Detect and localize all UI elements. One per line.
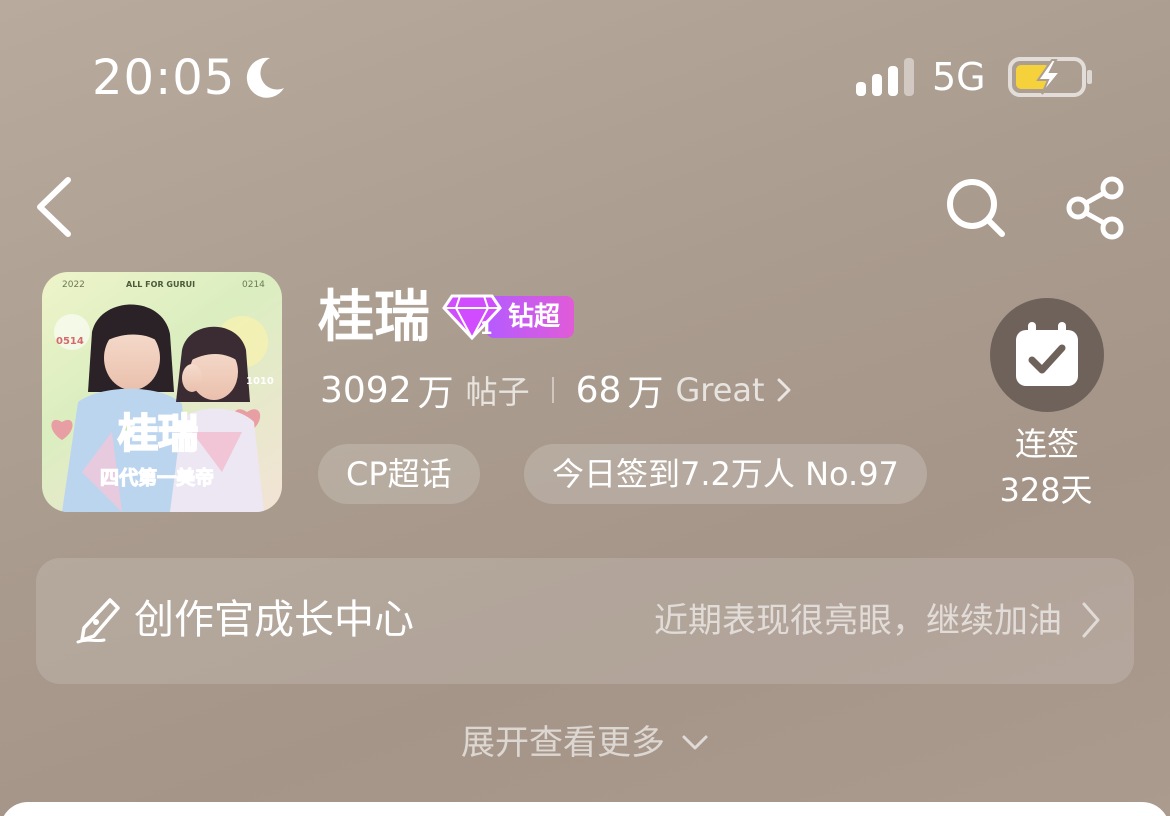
chevron-down-icon [682,735,708,750]
calendar-check-icon [1016,322,1078,386]
checkin-days: 328天 [999,471,1093,509]
badge-label: 钻超 [508,302,561,332]
cover-side-right: 1010 [246,376,274,387]
expand-more-row[interactable]: 展开查看更多 [0,718,1170,768]
creator-center-hint: 近期表现很亮眼，继续加油 [654,601,1062,641]
fans-count: 68 [575,369,622,411]
topic-stats: 3092 万 帖子 68 万 Great [320,366,793,414]
network-type: 5G [932,55,986,99]
topic-title: 桂瑞 [318,285,430,350]
signal-icon [856,58,914,96]
topic-cover-image[interactable]: 2022 ALL FOR GURUI 0214 0514 1010 桂瑞 四代第… [42,272,282,512]
share-icon[interactable] [1064,176,1128,240]
cover-top-right: 0214 [242,280,265,290]
status-time: 20:05 [92,50,236,106]
signin-rank-chip[interactable]: 今日签到7.2万人 No.97 [524,444,927,504]
expand-more-label: 展开查看更多 [461,723,665,763]
cover-top-left: 2022 [62,280,85,290]
cover-main-title: 桂瑞 [117,411,199,457]
battery-charging-icon [1008,57,1092,97]
creator-center-title: 创作官成长中心 [134,597,414,643]
back-icon[interactable] [32,176,76,238]
diamond-icon: 1 [442,294,502,340]
stats-divider [551,377,554,403]
posts-count-unit: 万 [417,373,454,414]
badge-level: 1 [480,318,493,339]
checkin-label: 连签 [1014,425,1079,463]
cover-sub-title: 四代第一美帝 [99,467,215,490]
cover-top-center: ALL FOR GURUI [126,280,196,289]
content-sheet [0,802,1170,816]
moon-icon [246,57,284,98]
fans-count-unit: 万 [627,373,664,414]
chevron-right-icon[interactable] [775,376,793,404]
chevron-right-icon[interactable] [1080,600,1102,640]
pen-icon [76,598,120,644]
posts-label: 帖子 [465,373,530,411]
topic-type-chip[interactable]: CP超话 [318,444,480,504]
fans-label[interactable]: Great [675,371,764,409]
search-icon[interactable] [944,176,1008,240]
posts-count: 3092 [320,369,412,411]
cover-side-left: 0514 [56,336,84,347]
checkin-button[interactable] [990,298,1104,412]
